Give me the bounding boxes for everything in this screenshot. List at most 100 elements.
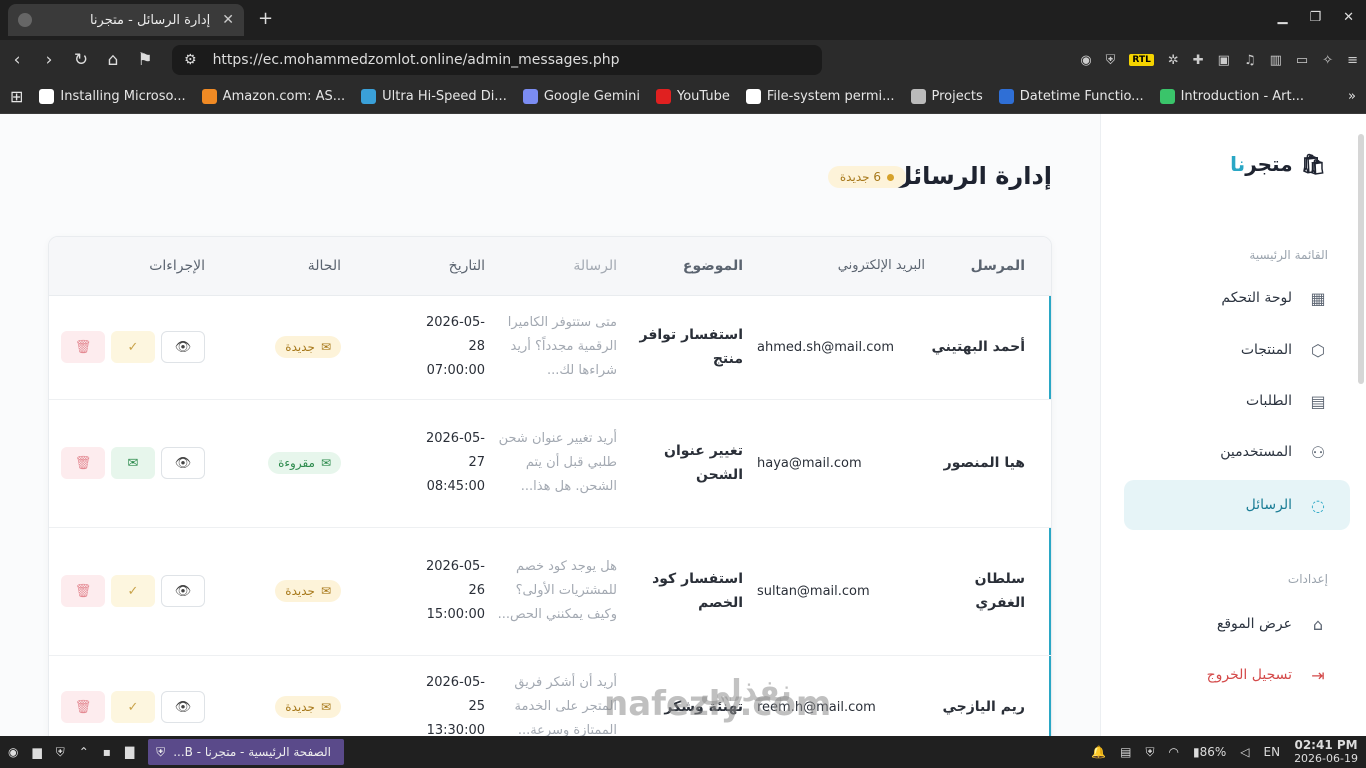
envelope-icon: ✉ [320,340,331,354]
bookmark-item[interactable]: YouTube [656,89,730,104]
check-icon: ✓ [127,583,139,599]
table-row[interactable]: أحمد البهتيني ahmed.sh@mail.com استفسار … [49,295,1051,400]
table-row[interactable]: سلطان الغفري sultan@mail.com استفسار كود… [49,527,1051,656]
dashboard-icon: ▦ [1310,288,1326,308]
folder-icon[interactable]: ▇ [125,745,134,759]
taskbar-browser-window[interactable]: ⛨ الصفحة الرئيسية - متجرنا - B... [148,739,345,765]
shield-icon[interactable]: ⛨ [1145,745,1154,760]
mark-read-button[interactable]: ✓ [111,331,155,363]
sidebar-item-products[interactable]: ⬡ المنتجات [1124,326,1350,374]
sidebar-item-orders[interactable]: ▤ الطلبات [1124,377,1350,425]
sender-name: هيا المنصور [925,399,1051,528]
delete-button[interactable]: 🗑 [61,447,105,479]
bookmark-item[interactable]: Projects [910,89,983,104]
extension-icon[interactable]: ✲ [1168,53,1179,68]
bookmark-item[interactable]: Ultra Hi-Speed Di... [361,89,507,104]
terminal-icon[interactable]: ▪ [103,745,111,759]
chevron-up-icon[interactable]: ⌃ [79,745,89,759]
sidebar-item-users[interactable]: ⚇ المستخدمين [1124,428,1350,476]
table-row[interactable]: ريم اليازجي reem.h@mail.com تهنئة وشكر أ… [49,655,1051,736]
sidebar-item-view-site[interactable]: ⌂ عرض الموقع [1124,600,1350,648]
admin-sidebar: 🛍 متجرنا القائمة الرئيسية ▦ لوحة التحكم … [1100,114,1366,736]
tab-title: إدارة الرسائل - متجرنا [89,12,211,28]
url-text: https://ec.mohammedzomlot.online/admin_m… [212,52,620,68]
apps-grid-icon[interactable]: ⊞ [10,87,23,106]
message-preview: هل يوجد كود خصم للمشتريات الأولى؟ وكيف ي… [485,527,617,656]
bookmark-item[interactable]: Amazon.com: AS... [201,89,345,104]
files-icon[interactable]: ▆ [32,745,41,759]
chat-icon: ◌ [1311,495,1325,515]
volume-icon[interactable]: ◁ [1240,745,1249,759]
wifi-icon[interactable]: ◠ [1169,745,1179,759]
new-tab-button[interactable]: + [258,8,273,29]
view-button[interactable]: 👁 [161,331,205,363]
sender-name: ريم اليازجي [925,655,1051,736]
mark-read-button[interactable]: ✓ [111,575,155,607]
wallet-icon[interactable]: ▭ [1296,53,1308,68]
reload-icon[interactable]: ↻ [72,50,90,70]
notification-icon[interactable]: 🔔 [1091,745,1106,759]
bookmark-item[interactable]: Datetime Functio... [998,89,1144,104]
eye-icon: 👁 [174,583,192,599]
table-row[interactable]: هيا المنصور haya@mail.com تغيير عنوان ال… [49,399,1051,528]
music-icon[interactable]: ♫ [1244,53,1256,68]
view-button[interactable]: 👁 [161,447,205,479]
brand-logo[interactable]: 🛍 متجرنا [1230,152,1326,176]
bookmarks-bar: ⊞ Installing Microso... Amazon.com: AS..… [0,80,1366,114]
view-button[interactable]: 👁 [161,575,205,607]
sidebar-toggle-icon[interactable]: ▥ [1270,53,1282,68]
message-subject: استفسار كود الخصم [617,527,743,656]
battery-icon[interactable]: ▮86% [1193,745,1226,759]
status-badge: ✉ جديدة [275,336,341,358]
message-preview: متى ستتوفر الكاميرا الرقمية مجدداً؟ أريد… [485,295,617,400]
maximize-icon[interactable]: ❐ [1309,10,1321,25]
bookmark-favicon-icon [1159,89,1175,104]
forward-icon[interactable]: › [40,50,58,70]
delete-button[interactable]: 🗑 [61,331,105,363]
mark-unread-button[interactable]: ✉ [111,447,155,479]
reader-icon[interactable]: ▣ [1218,53,1230,68]
page-scrollbar[interactable] [1358,134,1364,384]
view-button[interactable]: 👁 [161,691,205,723]
table-header-row: المرسل البريد الإلكتروني الموضوع الرسالة… [49,237,1051,296]
menu-icon[interactable]: ≡ [1347,53,1358,68]
sidebar-item-dashboard[interactable]: ▦ لوحة التحكم [1124,274,1350,322]
sidebar-item-messages[interactable]: ◌ الرسائل [1124,480,1350,530]
close-window-icon[interactable]: ✕ [1343,10,1354,25]
sender-email: haya@mail.com [743,399,925,528]
browser-tab[interactable]: إدارة الرسائل - متجرنا ✕ [8,4,244,36]
language-indicator[interactable]: EN [1264,745,1281,759]
bookmark-item[interactable]: Introduction - Art... [1159,89,1304,104]
delete-button[interactable]: 🗑 [61,691,105,723]
more-bookmarks-icon[interactable]: » [1348,89,1356,104]
clock[interactable]: 02:41 PM 2026-06-19 [1294,739,1358,766]
bookmark-favicon-icon [998,89,1014,104]
tab-close-icon[interactable]: ✕ [222,12,234,28]
bookmark-item[interactable]: Google Gemini [522,89,640,104]
col-status: الحالة [217,237,341,296]
minimize-icon[interactable]: ▁ [1277,10,1287,25]
bookmark-item[interactable]: Installing Microso... [39,89,186,104]
start-menu-icon[interactable]: ◉ [8,745,18,759]
shield-icon[interactable]: ⛨ [1106,53,1116,68]
brave-icon[interactable]: ⛨ [56,745,65,760]
home-icon[interactable]: ⌂ [104,50,122,70]
sidebar-item-logout[interactable]: ⇥ تسجيل الخروج [1124,651,1350,699]
mark-read-button[interactable]: ✓ [111,691,155,723]
delete-button[interactable]: 🗑 [61,575,105,607]
leo-icon[interactable]: ✧ [1322,53,1333,68]
clipboard-icon[interactable]: ▤ [1120,745,1131,759]
trash-icon: 🗑 [74,583,92,599]
puzzle-icon[interactable]: ✚ [1193,53,1204,68]
camera-icon[interactable]: ◉ [1080,53,1091,68]
eye-icon: 👁 [174,455,192,471]
url-bar[interactable]: ⚙ https://ec.mohammedzomlot.online/admin… [172,45,822,75]
rtl-extension-icon[interactable]: RTL [1129,54,1154,66]
back-icon[interactable]: ‹ [8,50,26,70]
bookmark-favicon-icon [745,89,761,104]
bookmark-item[interactable]: File-system permi... [745,89,895,104]
col-message: الرسالة [485,237,617,296]
sender-email: ahmed.sh@mail.com [743,295,925,400]
site-settings-icon[interactable]: ⚙ [184,52,197,68]
bookmark-icon[interactable]: ⚑ [136,50,154,70]
